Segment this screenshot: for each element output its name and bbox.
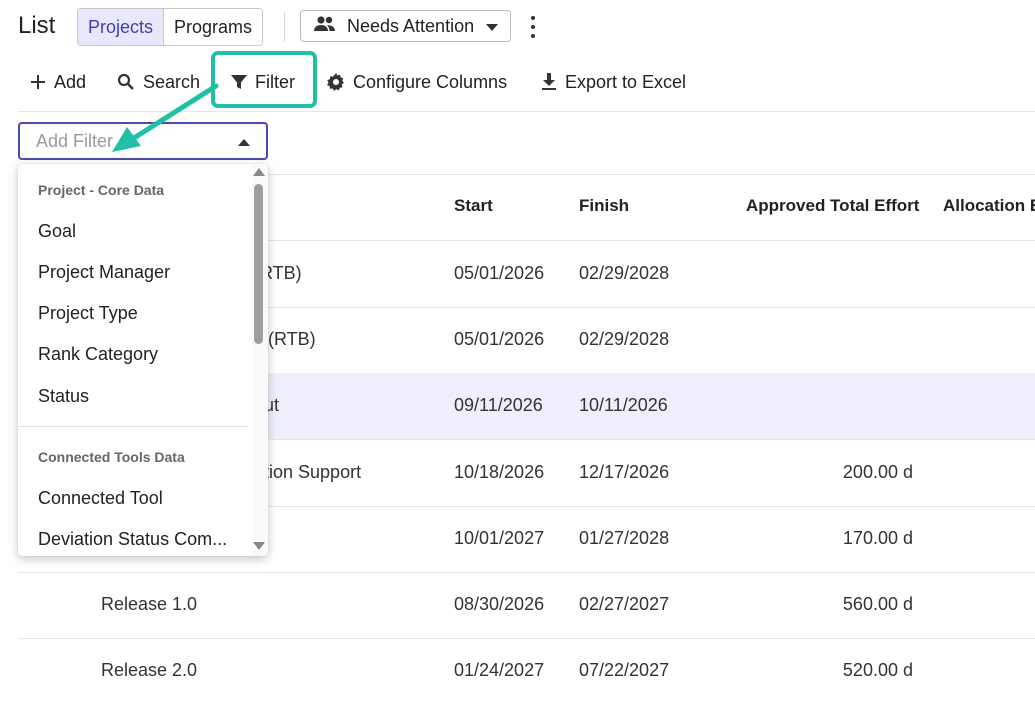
start-date: 01/24/2027 [454, 660, 545, 680]
kebab-icon [531, 16, 535, 21]
finish-date: 02/29/2028 [579, 329, 670, 349]
tab-programs[interactable]: Programs [164, 9, 263, 45]
finish-date: 10/11/2026 [579, 395, 668, 415]
filter-option-goal[interactable]: Goal [38, 221, 76, 242]
scroll-down-arrow-icon[interactable] [253, 542, 265, 550]
approved-effort: 560.00 d [842, 594, 913, 614]
project-name[interactable]: Release 1.0 [101, 594, 197, 615]
gear-icon [327, 73, 345, 91]
filter-option-connected-tool[interactable]: Connected Tool [38, 488, 163, 509]
add-label: Add [54, 71, 87, 92]
filter-option-project-type[interactable]: Project Type [38, 303, 138, 324]
column-header-start[interactable]: Start [454, 196, 493, 216]
view-select-label: Needs Attention [347, 15, 475, 36]
add-button[interactable]: Add [30, 68, 86, 96]
group-header-core-data: Project - Core Data [38, 182, 165, 198]
approved-effort: 200.00 d [842, 462, 913, 482]
chevron-up-icon [238, 131, 250, 152]
dropdown-divider [18, 426, 248, 427]
filter-highlight-annotation [211, 51, 317, 108]
approved-effort: 170.00 d [842, 528, 913, 548]
start-date: 09/11/2026 [454, 395, 543, 415]
export-excel-button[interactable]: Export to Excel [541, 68, 686, 96]
group-header-connected-tools: Connected Tools Data [38, 449, 185, 465]
add-filter-combobox[interactable]: Add Filter [18, 122, 268, 160]
start-date: 05/01/2026 [454, 263, 545, 283]
add-filter-placeholder: Add Filter [36, 130, 114, 151]
search-label: Search [143, 71, 201, 92]
approved-effort: 520.00 d [842, 660, 913, 680]
start-date: 08/30/2026 [454, 594, 545, 614]
page-title: List [18, 12, 56, 39]
filter-dropdown-list[interactable]: Project - Core Data Goal Project Manager… [18, 164, 268, 556]
start-date: 10/01/2027 [454, 528, 545, 548]
finish-date: 12/17/2026 [579, 462, 670, 482]
finish-date: 01/27/2028 [579, 528, 670, 548]
scroll-up-arrow-icon[interactable] [253, 168, 265, 176]
finish-date: 02/29/2028 [579, 263, 670, 283]
export-excel-label: Export to Excel [565, 71, 687, 92]
more-options-button[interactable] [526, 14, 540, 40]
start-date: 10/18/2026 [454, 462, 545, 482]
search-button[interactable]: Search [117, 68, 200, 96]
filter-option-status[interactable]: Status [38, 386, 89, 407]
configure-columns-button[interactable]: Configure Columns [327, 68, 507, 96]
chevron-down-icon [486, 16, 498, 37]
filter-option-deviation-status[interactable]: Deviation Status Com... [38, 529, 227, 550]
start-date: 05/01/2026 [454, 329, 545, 349]
column-header-approved-effort[interactable]: Approved Total Effort [746, 196, 919, 216]
project-name[interactable]: Release 2.0 [101, 660, 197, 681]
project-name[interactable]: ation Support [254, 462, 361, 483]
finish-date: 07/22/2027 [579, 660, 670, 680]
search-icon [117, 73, 135, 91]
header-divider [284, 12, 285, 42]
scrollbar-thumb[interactable] [254, 184, 263, 344]
filter-option-project-manager[interactable]: Project Manager [38, 262, 170, 283]
projects-programs-toggle: Projects Programs [77, 8, 264, 46]
table-row[interactable]: Release 1.0 08/30/2026 02/27/2027 560.00… [18, 572, 1035, 639]
column-header-allocation[interactable]: Allocation E [943, 196, 1035, 216]
filter-option-rank-category[interactable]: Rank Category [38, 344, 158, 365]
download-icon [541, 73, 557, 91]
column-header-finish[interactable]: Finish [579, 196, 629, 216]
toolbar-divider [18, 111, 1035, 112]
plus-icon [30, 74, 46, 90]
view-select[interactable]: Needs Attention [300, 10, 511, 42]
table-row[interactable]: Release 2.0 01/24/2027 07/22/2027 520.00… [18, 638, 1035, 704]
configure-columns-label: Configure Columns [353, 71, 508, 92]
people-icon [313, 15, 337, 37]
tab-projects[interactable]: Projects [78, 9, 165, 45]
finish-date: 02/27/2027 [579, 594, 670, 614]
